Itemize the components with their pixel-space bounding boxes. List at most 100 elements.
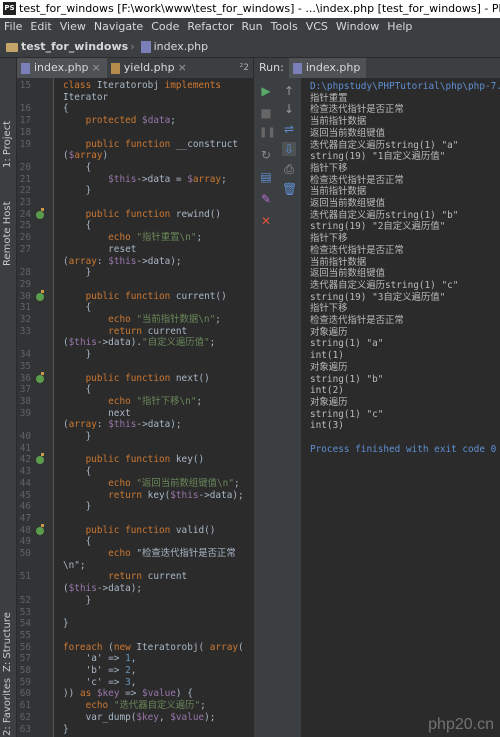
pause-icon[interactable]: ❚❚	[259, 126, 276, 140]
line-number: 21	[19, 173, 31, 185]
implements-method-icon[interactable]	[36, 523, 44, 535]
clear-icon[interactable]: 🗑	[282, 182, 297, 196]
code-line: Iterator	[17, 92, 253, 104]
pin-icon[interactable]: ✎	[259, 192, 273, 206]
code-line: 17 protected $data;	[17, 115, 253, 127]
rerun-icon[interactable]: ↻	[259, 148, 273, 162]
menu-help[interactable]: Help	[383, 18, 416, 36]
code-text: public function rewind()	[85, 208, 222, 220]
implements-method-icon[interactable]	[36, 453, 44, 465]
up-arrow-icon[interactable]: ↑	[282, 84, 296, 98]
line-number: 23	[19, 197, 31, 208]
line-number: 39	[19, 407, 31, 419]
menu-edit[interactable]: Edit	[26, 18, 55, 36]
left-tool-strip: 1: Project Remote Host Z: Structure 2: F…	[0, 58, 17, 737]
breadcrumb-project[interactable]: test_for_windows	[21, 40, 128, 53]
stop-icon[interactable]: ■	[259, 106, 273, 120]
phpstorm-logo-icon: PS	[3, 2, 16, 15]
close-icon[interactable]: ✕	[259, 214, 273, 228]
line-number: 29	[19, 278, 31, 290]
console-command-path[interactable]: D:\phpstudy\PHPTutorial\php\php-7.2	[310, 81, 500, 93]
code-text: ($this->data)."自定义遍历值";	[63, 337, 216, 349]
favorites-tool-tab[interactable]: 2: Favorites	[0, 678, 17, 737]
code-text: {	[63, 161, 92, 173]
code-editor[interactable]: 15 class Iteratorobj implements Iterator 16…	[17, 78, 253, 737]
window-title: test_for_windows [F:\work\www\test_for_w…	[19, 2, 500, 15]
run-icon[interactable]: ▶	[259, 84, 273, 98]
code-text: 'b' => 2,	[63, 665, 137, 676]
code-text: }	[63, 267, 92, 279]
menu-refactor[interactable]: Refactor	[183, 18, 237, 36]
code-line: 24 public function rewind()	[17, 207, 253, 221]
code-line: 23	[17, 197, 253, 209]
console-line: string(1) "b"	[310, 373, 384, 385]
code-line: 19 public function __construct	[17, 139, 253, 151]
remote-host-tool-tab[interactable]: Remote Host	[0, 130, 17, 266]
line-number: 43	[19, 466, 31, 478]
code-text: {	[63, 103, 69, 115]
hidden-tabs-count[interactable]: ²2	[240, 58, 249, 78]
code-text: next	[63, 407, 131, 419]
code-text: }	[63, 501, 92, 513]
line-number: 26	[19, 232, 31, 244]
code-line: 47	[17, 513, 253, 525]
code-text: }	[63, 185, 92, 197]
scroll-end-icon[interactable]: ⇩	[282, 142, 296, 156]
code-text: return current	[108, 325, 188, 337]
line-number: 27	[19, 243, 31, 255]
php-file-icon	[110, 62, 120, 74]
code-line: 41	[17, 443, 253, 455]
structure-label: Z: Structure	[2, 612, 13, 672]
code-line: 57 'a' => 1,	[17, 653, 253, 665]
line-number: 60	[19, 688, 31, 700]
code-text: }	[63, 723, 69, 735]
console-output[interactable]: D:\phpstudy\PHPTutorial\php\php-7.2 指针重置检…	[301, 78, 500, 737]
code-line: 56 foreach (new Iteratorobj( array(	[17, 642, 253, 654]
menu-file[interactable]: File	[0, 18, 26, 36]
console-line: int(1)	[310, 350, 344, 362]
menu-tools[interactable]: Tools	[267, 18, 302, 36]
code-line: 33 return current	[17, 326, 253, 338]
code-text: echo "迭代器自定义遍历";	[85, 700, 206, 712]
console-line: int(2)	[310, 385, 344, 397]
menu-navigate[interactable]: Navigate	[90, 18, 147, 36]
line-number: 28	[19, 267, 31, 279]
editor-tab-bar: index.php × yield.php × ²2	[17, 58, 253, 78]
print-icon[interactable]: ⎙	[282, 162, 296, 176]
breadcrumb-separator-icon: ›	[130, 40, 135, 53]
code-line: 15 class Iteratorobj implements	[17, 80, 253, 92]
console-line: 返回当前数组键值	[310, 127, 386, 139]
menu-run[interactable]: Run	[238, 18, 267, 36]
code-line: 25 {	[17, 220, 253, 232]
line-number: 18	[19, 126, 31, 138]
implements-method-icon[interactable]	[36, 371, 44, 383]
menu-view[interactable]: View	[56, 18, 90, 36]
console-line: 指针下移	[310, 162, 348, 174]
code-line: 37 {	[17, 384, 253, 396]
menu-vcs[interactable]: VCS	[302, 18, 332, 36]
menu-window[interactable]: Window	[332, 18, 383, 36]
run-tab-label: index.php	[305, 61, 361, 74]
console-line: 当前指针数据	[310, 256, 367, 268]
line-number: 32	[19, 314, 31, 325]
line-number: 56	[19, 641, 31, 653]
run-tab-index-php[interactable]: index.php	[288, 58, 367, 78]
code-line: 21 $this->data = $array;	[17, 174, 253, 186]
code-line: 40 }	[17, 431, 253, 443]
line-number: 54	[19, 618, 31, 630]
navigation-bar: test_for_windows › index.php	[0, 36, 500, 58]
close-icon[interactable]: ×	[92, 61, 101, 74]
code-line: ($this->data);	[17, 583, 253, 595]
soft-wrap-icon[interactable]: ⇌	[282, 122, 296, 136]
implements-method-icon[interactable]	[36, 289, 44, 301]
close-icon[interactable]: ×	[178, 61, 187, 74]
structure-tool-tab[interactable]: Z: Structure	[0, 608, 17, 678]
down-arrow-icon[interactable]: ↓	[282, 102, 296, 116]
line-number: 16	[19, 103, 31, 115]
tab-index-php[interactable]: index.php ×	[17, 58, 107, 78]
breadcrumb-file[interactable]: index.php	[154, 40, 209, 53]
menu-code[interactable]: Code	[147, 18, 183, 36]
implements-method-icon[interactable]	[36, 207, 44, 219]
tab-yield-php[interactable]: yield.php ×	[107, 58, 193, 78]
console-settings-icon[interactable]: ▤	[259, 170, 273, 184]
